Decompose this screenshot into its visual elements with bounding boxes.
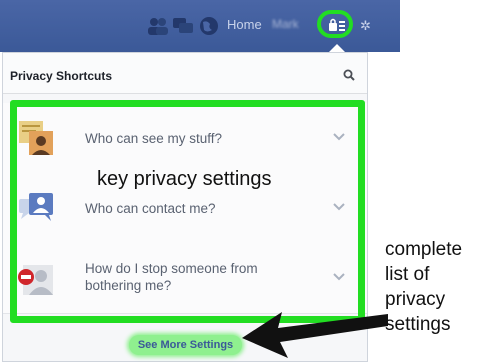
see-more-settings-link[interactable]: See More Settings	[129, 335, 242, 355]
annotation-note: complete list of privacy settings	[385, 239, 463, 335]
privacy-lock-icon	[329, 18, 345, 31]
callout-key-settings: key privacy settings	[97, 168, 272, 190]
friends-icon[interactable]	[147, 16, 169, 36]
dropdown-caret	[329, 44, 345, 52]
search-icon[interactable]	[343, 69, 355, 81]
annotation-arrow-icon	[242, 312, 388, 358]
privacy-shortcuts-button[interactable]	[317, 10, 353, 38]
globe-icon[interactable]	[198, 16, 220, 36]
highlight-box	[10, 100, 365, 323]
messages-icon[interactable]	[172, 16, 194, 36]
settings-gear-icon[interactable]: ✲	[360, 18, 371, 34]
profile-link[interactable]: Mark	[272, 17, 299, 31]
home-link[interactable]: Home	[227, 17, 262, 32]
panel-header: Privacy Shortcuts	[3, 53, 367, 94]
panel-title: Privacy Shortcuts	[10, 69, 113, 83]
